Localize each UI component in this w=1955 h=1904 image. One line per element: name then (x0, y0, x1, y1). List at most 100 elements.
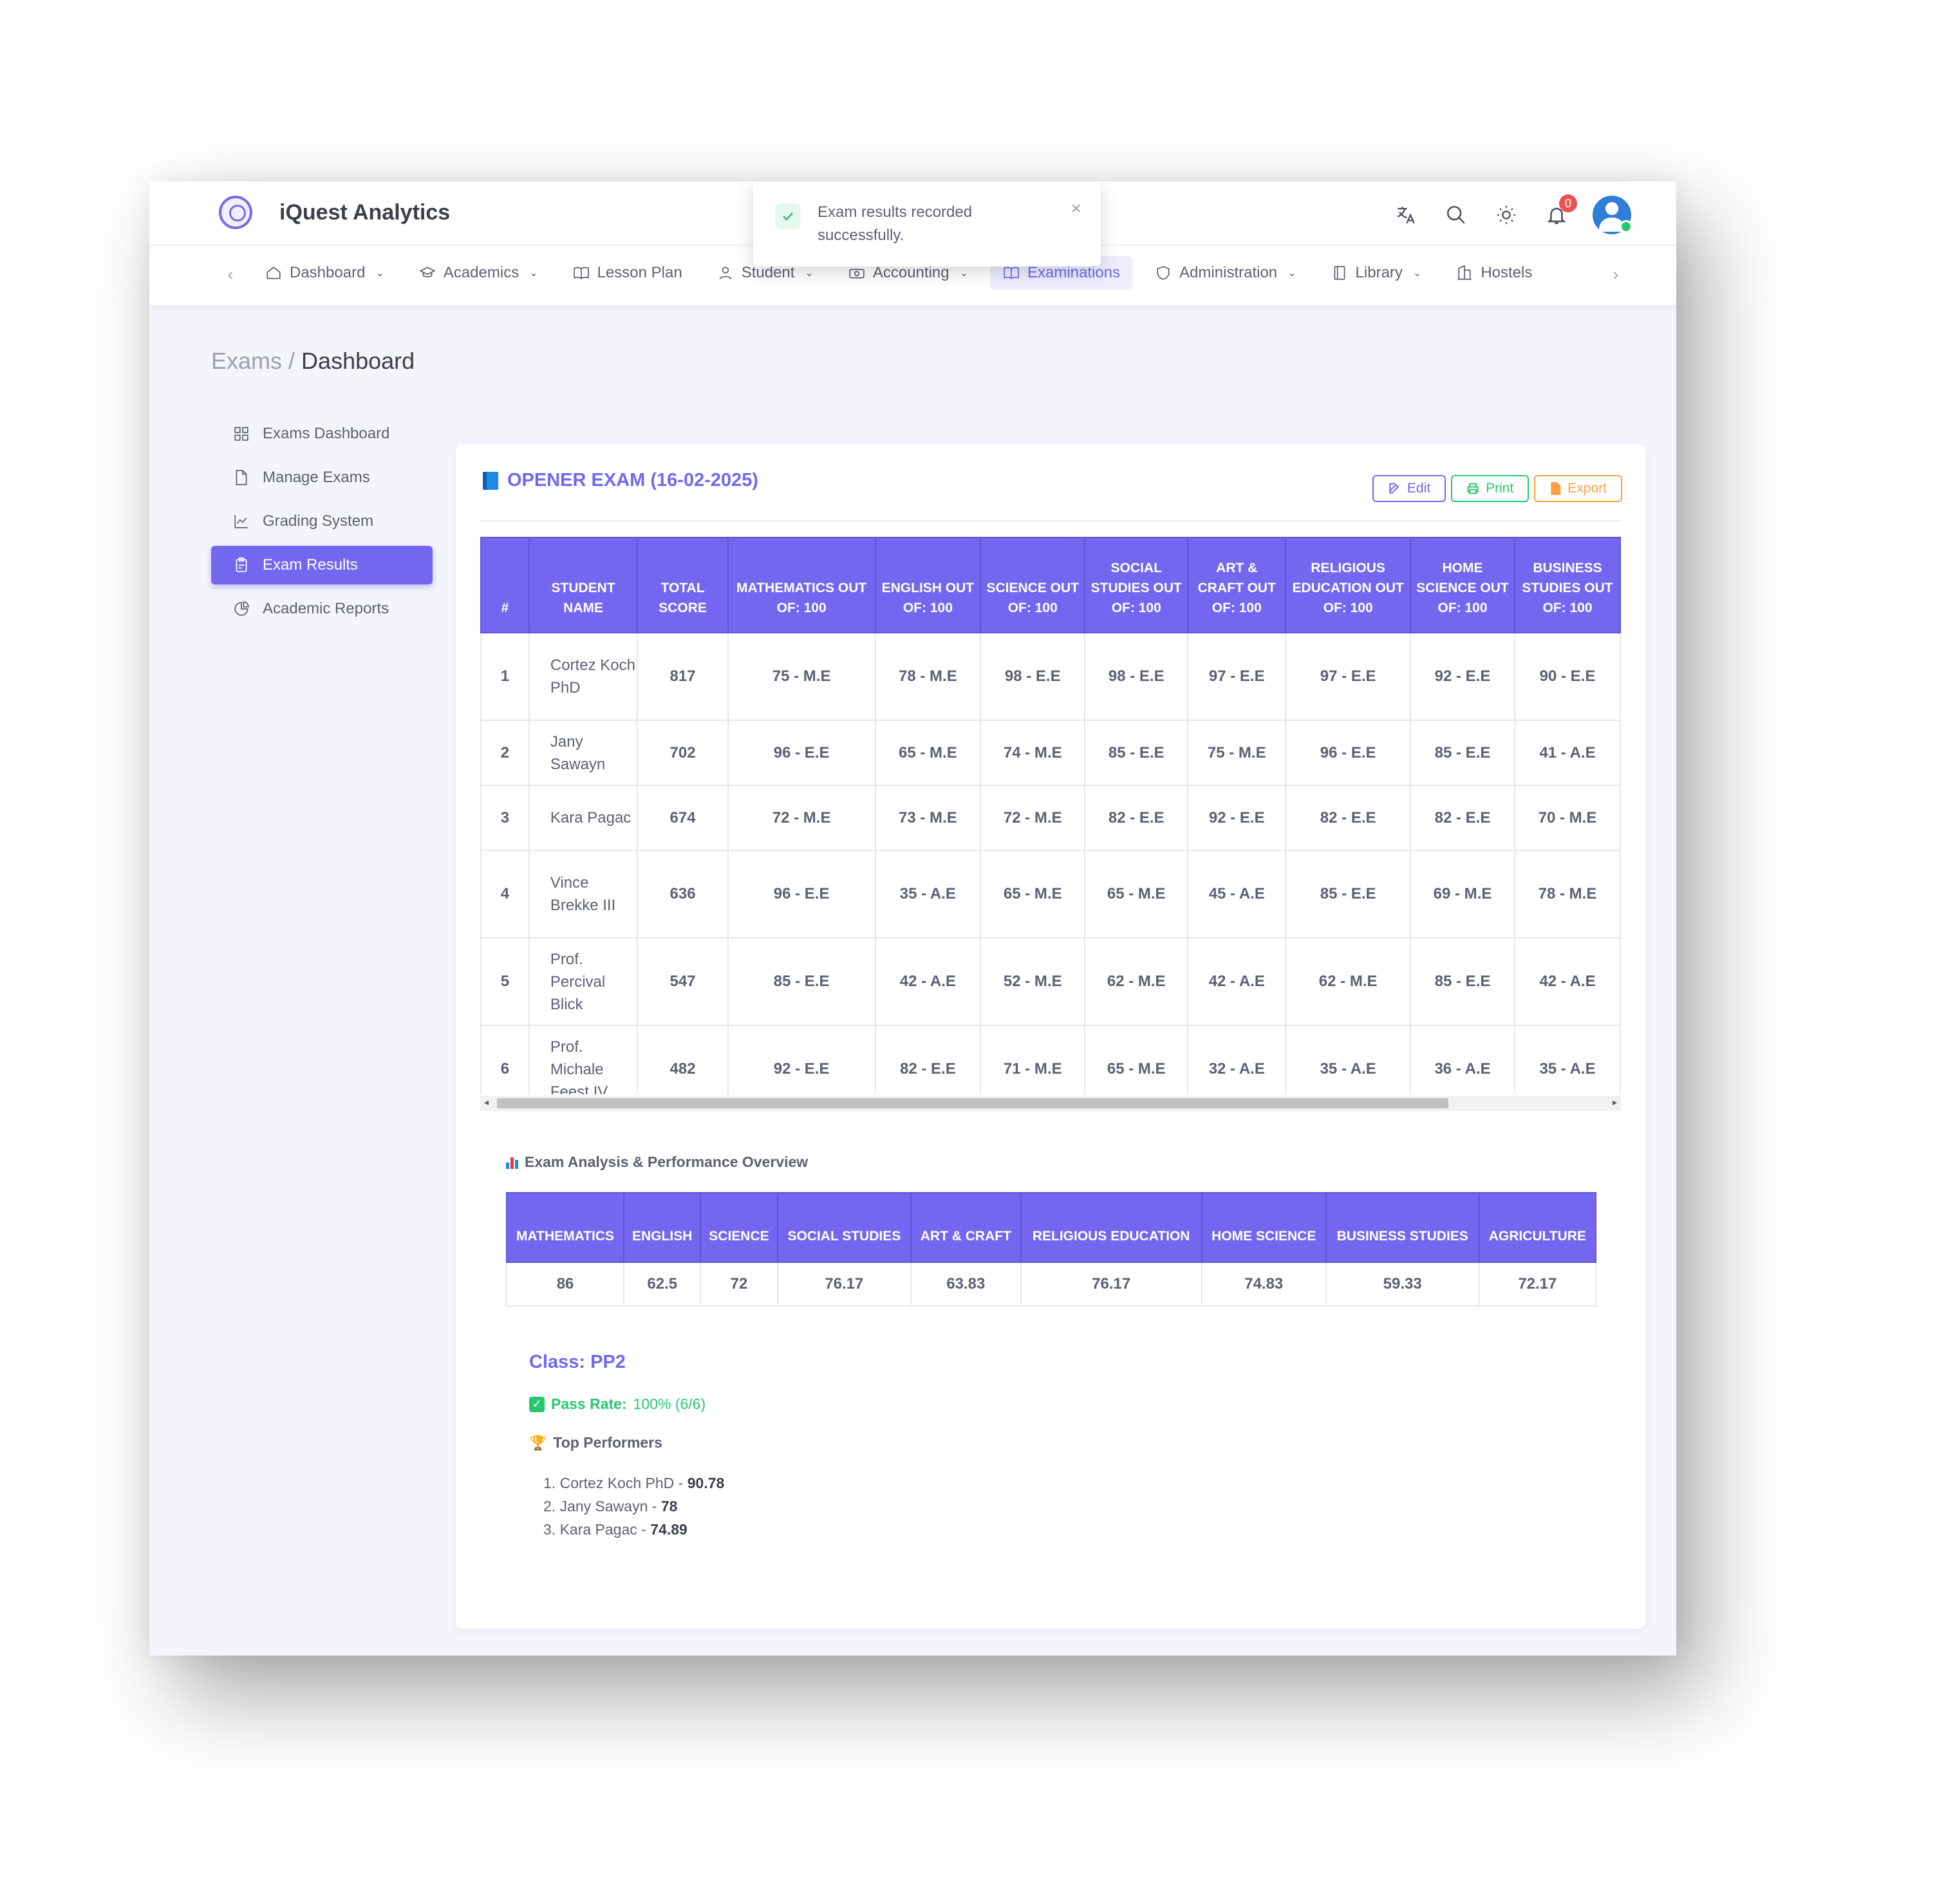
chevron-down-icon: ⌄ (959, 268, 968, 279)
subject-score: 92 - E.E (1410, 632, 1516, 721)
nav-item-label: Examinations (1027, 264, 1121, 281)
pass-rate: ✓ Pass Rate: 100% (6/6) (529, 1395, 706, 1413)
nav-item-label: Dashboard (290, 264, 366, 281)
search-icon[interactable] (1442, 201, 1470, 229)
top-icons: 0 (1392, 194, 1632, 234)
chevron-down-icon: ⌄ (375, 268, 384, 279)
performer-score: 74.89 (650, 1521, 688, 1538)
subject-score: 82 - E.E (1285, 785, 1412, 851)
book-icon (483, 471, 498, 490)
subject-score: 35 - A.E (1514, 1025, 1621, 1094)
scrollbar-thumb[interactable] (497, 1098, 1448, 1108)
scroll-left-icon[interactable]: ◂ (484, 1097, 489, 1108)
sidebar-item-exams-dashboard[interactable]: Exams Dashboard (211, 415, 433, 453)
app-name: iQuest Analytics (279, 200, 451, 225)
nav-item-academics[interactable]: Academics ⌄ (406, 256, 551, 290)
grid-icon (233, 425, 250, 442)
subject-score: 70 - M.E (1514, 785, 1621, 851)
performer-name: Kara Pagac (559, 1521, 637, 1538)
subject-score: 98 - E.E (1084, 632, 1189, 721)
subject-score: 92 - E.E (1187, 785, 1287, 851)
edit-icon (1389, 483, 1399, 494)
chart-icon (233, 513, 250, 530)
sidebar-item-label: Exam Results (263, 556, 359, 574)
exam-sidebar: Exams Dashboard Manage Exams Grading Syste… (211, 415, 433, 633)
row-number: 6 (480, 1025, 530, 1094)
check-icon (775, 203, 801, 229)
close-icon[interactable]: × (1071, 198, 1081, 219)
chevron-down-icon: ⌄ (805, 268, 814, 279)
scroll-right-icon[interactable]: ▸ (1613, 1097, 1617, 1108)
exam-title: OPENER EXAM (16-02-2025) (483, 470, 758, 491)
analysis-average: 59.33 (1325, 1262, 1480, 1307)
subject-score: 78 - M.E (874, 632, 982, 721)
rank: 2. (543, 1498, 560, 1515)
subject-score: 72 - M.E (980, 785, 1086, 851)
analysis-average: 63.83 (910, 1262, 1022, 1307)
bell-icon[interactable]: 0 (1542, 194, 1577, 229)
subject-score: 96 - E.E (1285, 720, 1412, 786)
sidebar-item-exam-results[interactable]: Exam Results (211, 546, 433, 584)
row-number: 4 (480, 850, 530, 938)
student-name: Prof. Percival Blick (528, 937, 639, 1026)
subject-score: 90 - E.E (1514, 632, 1621, 721)
results-table-wrapper[interactable]: # STUDENT NAME TOTAL SCORE MATHEMATICS OUT … (480, 537, 1621, 1094)
breadcrumb-current: Dashboard (301, 348, 415, 374)
row-number: 3 (480, 785, 530, 851)
nav-item-library[interactable]: Library ⌄ (1318, 256, 1435, 290)
analysis-average: 62.5 (623, 1262, 702, 1307)
brand[interactable]: iQuest Analytics (219, 196, 450, 229)
checkbox-icon: ✓ (529, 1396, 545, 1412)
separator: - (674, 1475, 688, 1491)
home-icon (265, 265, 282, 281)
translate-icon[interactable] (1392, 201, 1420, 229)
subject-score: 52 - M.E (980, 937, 1086, 1026)
clipboard-icon (233, 557, 250, 574)
notification-badge: 0 (1559, 194, 1577, 212)
class-label: Class: PP2 (529, 1352, 626, 1372)
breadcrumb-parent[interactable]: Exams / (211, 348, 295, 374)
notebook-icon (1331, 265, 1348, 281)
subject-score: 42 - A.E (874, 937, 982, 1026)
nav-item-lesson-plan[interactable]: Lesson Plan (560, 256, 695, 290)
subject-score: 73 - M.E (874, 785, 982, 851)
sidebar-item-academic-reports[interactable]: Academic Reports (211, 590, 433, 628)
file-icon (233, 469, 250, 486)
nav-item-label: Accounting (872, 264, 949, 281)
performer-score: 90.78 (687, 1475, 725, 1491)
column-header: STUDENT NAME (528, 537, 639, 633)
export-button[interactable]: Export (1534, 475, 1622, 502)
table-row: 5 Prof. Percival Blick 547 85 - E.E 42 - A.E… (480, 937, 1621, 1026)
subject-score: 65 - M.E (1084, 850, 1189, 938)
analysis-column-header: AGRICULTURE (1478, 1192, 1597, 1263)
toast-message: Exam results recorded successfully. (818, 203, 973, 244)
nav-scroll-right-icon[interactable]: › (1603, 261, 1629, 287)
separator: - (637, 1521, 651, 1538)
column-header: SOCIAL STUDIES OUT OF: 100 (1084, 537, 1189, 633)
print-label: Print (1486, 481, 1514, 496)
nav-item-dashboard[interactable]: Dashboard ⌄ (252, 256, 397, 290)
edit-button[interactable]: Edit (1372, 475, 1446, 502)
subject-score: 78 - M.E (1514, 850, 1621, 938)
performer-name: Cortez Koch PhD (559, 1475, 675, 1491)
sidebar-item-grading-system[interactable]: Grading System (211, 502, 433, 541)
subject-score: 96 - E.E (727, 850, 876, 938)
pass-rate-label: Pass Rate: (551, 1395, 627, 1412)
print-button[interactable]: Print (1451, 475, 1529, 502)
sun-icon[interactable] (1492, 201, 1520, 229)
subject-score: 65 - M.E (980, 850, 1086, 938)
subject-score: 85 - E.E (727, 937, 876, 1026)
column-header: ART & CRAFT OUT OF: 100 (1187, 537, 1287, 633)
subject-score: 36 - A.E (1410, 1025, 1516, 1094)
nav-item-administration[interactable]: Administration ⌄ (1142, 256, 1309, 290)
nav-scroll-left-icon[interactable]: ‹ (218, 261, 243, 287)
nav-item-hostels[interactable]: Hostels (1443, 256, 1545, 290)
column-header: MATHEMATICS OUT OF: 100 (727, 537, 876, 633)
pie-chart-icon (233, 601, 250, 617)
avatar[interactable] (1593, 196, 1632, 234)
horizontal-scrollbar[interactable]: ◂ ▸ (480, 1096, 1621, 1111)
subject-score: 97 - E.E (1285, 632, 1412, 721)
nav-item-label: Administration (1179, 264, 1278, 281)
sidebar-item-manage-exams[interactable]: Manage Exams (211, 458, 433, 497)
analysis-average: 76.17 (776, 1262, 912, 1307)
